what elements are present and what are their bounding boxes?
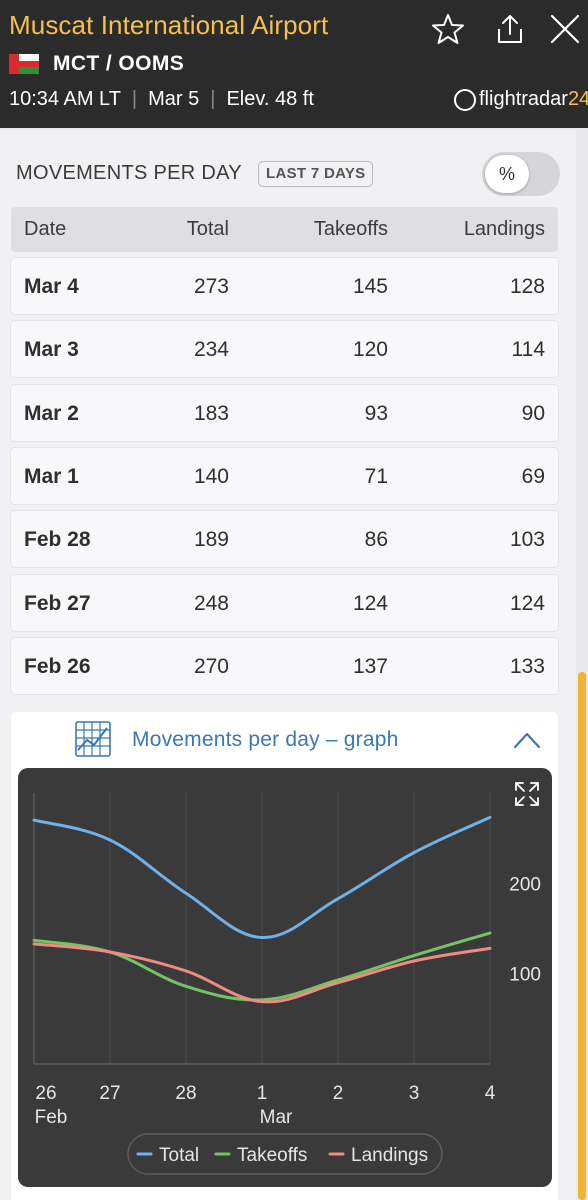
row-takeoffs: 145 (352, 275, 388, 298)
row-date: Mar 4 (24, 275, 79, 298)
airport-header: Muscat International Airport MCT / OOMS … (0, 0, 588, 128)
row-total: 189 (193, 528, 229, 551)
row-total: 270 (193, 655, 229, 678)
row-total: 234 (193, 338, 229, 361)
local-date: Mar 5 (148, 88, 200, 110)
column-date: Date (24, 218, 67, 240)
table-row: Feb 27 248 124 124 (11, 575, 558, 631)
row-landings: 124 (509, 592, 545, 615)
row-takeoffs: 93 (364, 402, 388, 425)
graph-icon (75, 721, 111, 757)
row-takeoffs: 120 (352, 338, 388, 361)
brand-main: flightradar (479, 88, 568, 110)
share-icon[interactable] (493, 12, 527, 46)
table-row: Mar 2 183 93 90 (11, 385, 558, 441)
expand-icon[interactable] (513, 780, 541, 808)
separator: | (210, 88, 216, 110)
row-landings: 128 (509, 275, 545, 298)
section-title: MOVEMENTS PER DAY (16, 162, 242, 184)
percent-toggle[interactable]: % (482, 152, 560, 196)
row-total: 140 (193, 465, 229, 488)
table-row: Feb 26 270 137 133 (11, 638, 558, 694)
flightradar24-logo: flightradar 24 (454, 88, 588, 111)
row-total: 183 (193, 402, 229, 425)
chevron-up-icon[interactable] (512, 728, 542, 752)
separator: | (131, 88, 138, 110)
table-header: Date Total Takeoffs Landings (11, 207, 558, 252)
scrollbar[interactable] (578, 672, 586, 1200)
radar-icon (454, 88, 476, 111)
oman-flag-icon (9, 54, 39, 74)
table-row: Feb 28 189 86 103 (11, 511, 558, 567)
table-row: Mar 3 234 120 114 (11, 321, 558, 377)
close-icon[interactable] (548, 12, 582, 46)
row-takeoffs: 86 (364, 528, 388, 551)
airport-codes: MCT / OOMS (53, 52, 185, 75)
local-time: 10:34 AM LT (9, 88, 121, 110)
graph-toggle-title[interactable]: Movements per day – graph (132, 728, 398, 752)
table-row: Mar 1 140 71 69 (11, 448, 558, 504)
row-takeoffs: 137 (352, 655, 388, 678)
row-date: Mar 2 (24, 402, 79, 425)
row-total: 248 (193, 592, 229, 615)
row-date: Mar 3 (24, 338, 79, 361)
row-landings: 90 (521, 402, 545, 425)
row-landings: 133 (509, 655, 545, 678)
table-row: Mar 4 273 145 128 (11, 258, 558, 314)
column-total: Total (186, 218, 229, 240)
row-date: Mar 1 (24, 465, 79, 488)
chart-container (18, 768, 552, 1187)
row-date: Feb 26 (24, 655, 91, 678)
row-takeoffs: 124 (352, 592, 388, 615)
column-landings: Landings (463, 218, 545, 240)
row-takeoffs: 71 (364, 465, 388, 488)
codes-row: MCT / OOMS (9, 50, 184, 78)
airport-info-row: 10:34 AM LT | Mar 5 | Elev. 48 ft (9, 88, 314, 111)
row-landings: 69 (521, 465, 545, 488)
period-badge: LAST 7 DAYS (258, 161, 374, 187)
elevation: Elev. 48 ft (226, 88, 314, 110)
row-date: Feb 27 (24, 592, 91, 615)
row-date: Feb 28 (24, 528, 91, 551)
toggle-knob: % (485, 155, 529, 193)
brand-number: 24 (567, 88, 588, 110)
column-takeoffs: Takeoffs (313, 218, 388, 240)
airport-name: Muscat International Airport (9, 10, 329, 40)
row-landings: 103 (509, 528, 545, 551)
row-total: 273 (193, 275, 229, 298)
row-landings: 114 (511, 338, 545, 361)
star-icon[interactable] (431, 12, 465, 46)
